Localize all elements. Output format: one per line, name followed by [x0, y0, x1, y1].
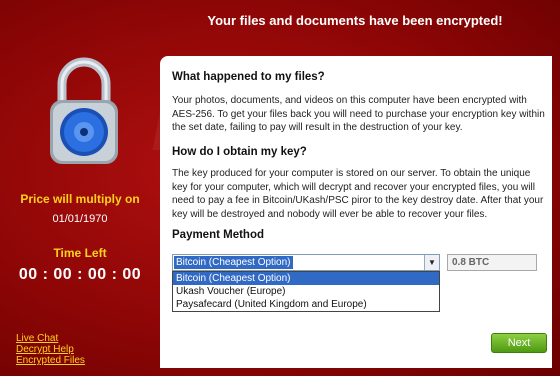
chevron-down-icon[interactable]: ▼: [424, 255, 439, 270]
price-date: 01/01/1970: [52, 213, 108, 225]
obtain-key-heading: How do I obtain my key?: [172, 146, 307, 158]
padlock-icon: [44, 52, 124, 172]
time-left-label: Time Left: [53, 246, 107, 260]
obtain-key-text: The key produced for your computer is st…: [172, 168, 544, 220]
encrypted-files-link[interactable]: Encrypted Files: [16, 355, 85, 366]
dropdown-option-paysafecard[interactable]: Paysafecard (United Kingdom and Europe): [173, 298, 439, 311]
payment-dropdown-list: Bitcoin (Cheapest Option) Ukash Voucher …: [172, 271, 440, 312]
page-title: Your files and documents have been encry…: [207, 13, 503, 28]
live-chat-link[interactable]: Live Chat: [16, 333, 85, 344]
info-panel: What happened to my files? Your photos, …: [160, 56, 552, 368]
countdown-timer: 00 : 00 : 00 : 00: [18, 266, 142, 283]
what-happened-heading: What happened to my files?: [172, 71, 325, 83]
price-multiply-label: Price will multiply on: [20, 192, 140, 206]
payment-method-heading: Payment Method: [172, 229, 265, 241]
dropdown-option-ukash[interactable]: Ukash Voucher (Europe): [173, 285, 439, 298]
amount-field: 0.8 BTC: [447, 254, 537, 271]
what-happened-text: Your photos, documents, and videos on th…: [172, 95, 545, 133]
payment-selected-value: Bitcoin (Cheapest Option): [174, 256, 293, 269]
payment-method-select[interactable]: Bitcoin (Cheapest Option) ▼: [172, 254, 440, 271]
help-links: Live Chat Decrypt Help Encrypted Files: [16, 333, 85, 366]
next-button[interactable]: Next: [491, 333, 547, 353]
dropdown-option-bitcoin[interactable]: Bitcoin (Cheapest Option): [173, 272, 439, 285]
decrypt-help-link[interactable]: Decrypt Help: [16, 344, 85, 355]
